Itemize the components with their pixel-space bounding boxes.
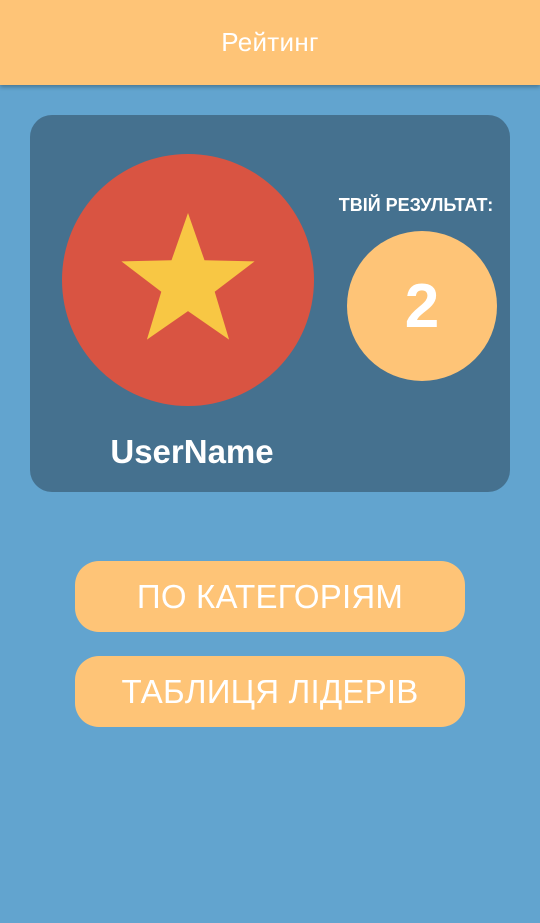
username: UserName — [110, 433, 274, 470]
score-value: 2 — [404, 271, 440, 341]
profile-card: UserName ТВІЙ РЕЗУЛЬТАТ: 2 — [30, 115, 510, 492]
by-categories-button[interactable]: ПО КАТЕГОРІЯМ — [75, 561, 465, 632]
avatar — [62, 154, 314, 406]
app-bar-title: Рейтинг — [221, 27, 319, 57]
app-bar: Рейтинг — [0, 0, 540, 85]
star-icon — [121, 213, 255, 340]
by-categories-button-label: ПО КАТЕГОРІЯМ — [136, 577, 404, 615]
result-label: ТВІЙ РЕЗУЛЬТАТ: — [338, 195, 494, 215]
leaderboard-button-label: ТАБЛИЦЯ ЛІДЕРІВ — [121, 672, 419, 710]
score-badge: 2 — [347, 231, 497, 381]
leaderboard-button[interactable]: ТАБЛИЦЯ ЛІДЕРІВ — [75, 656, 465, 727]
